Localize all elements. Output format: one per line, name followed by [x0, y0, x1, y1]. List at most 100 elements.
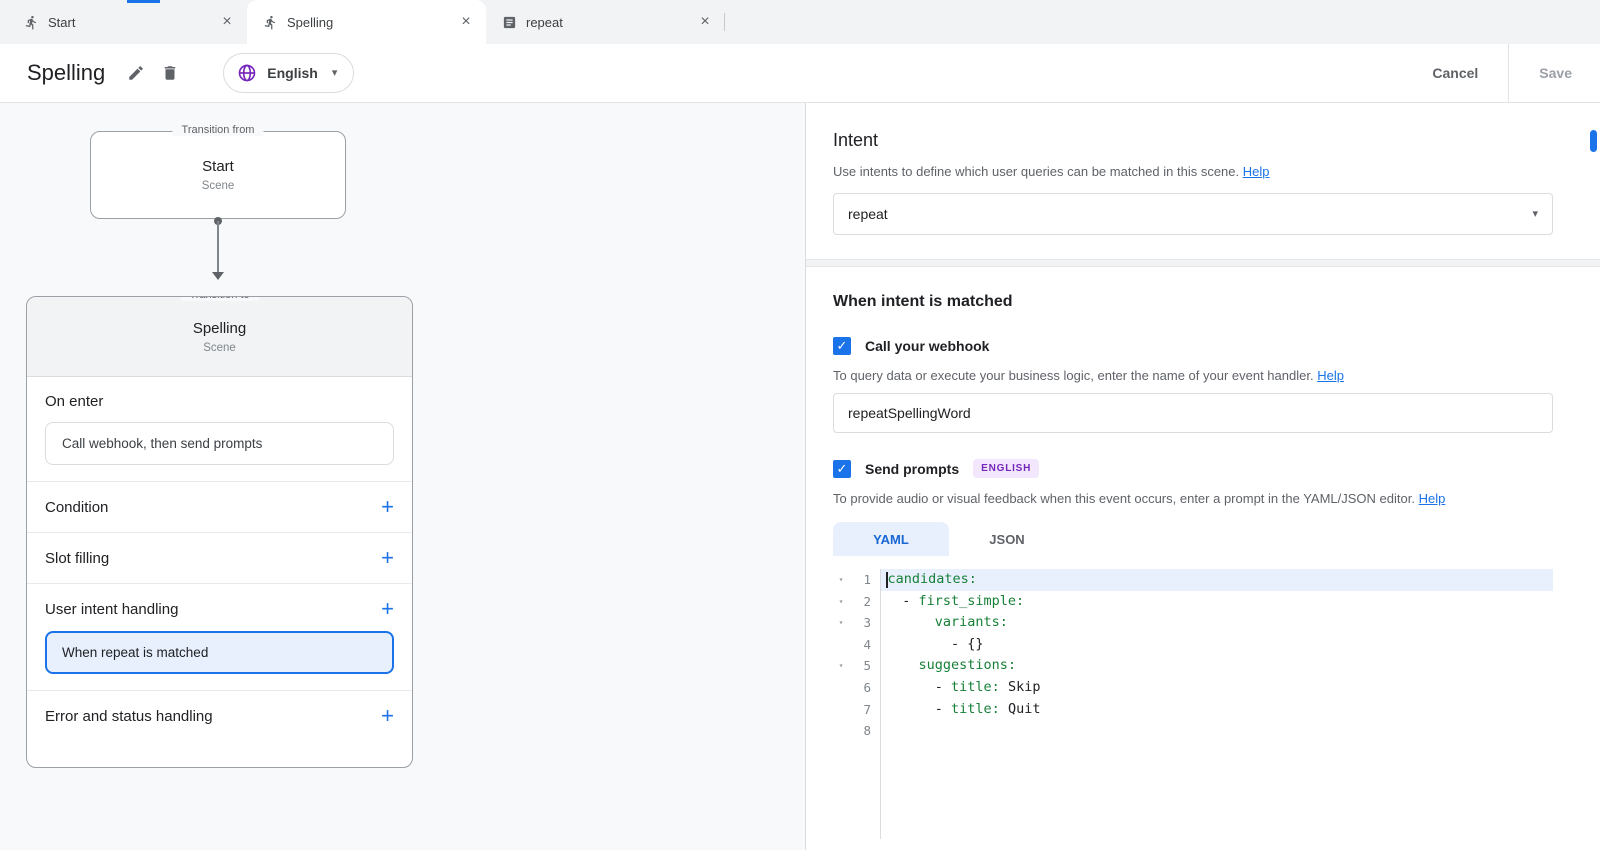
webhook-label: Call your webhook	[865, 338, 989, 354]
on-enter-handler-card[interactable]: Call webhook, then send prompts	[45, 422, 394, 465]
intent-icon	[502, 15, 517, 30]
matched-intent-card[interactable]: When repeat is matched	[45, 631, 394, 674]
save-button[interactable]: Save	[1539, 65, 1576, 81]
delete-button[interactable]	[153, 56, 187, 90]
slot-filling-row[interactable]: Slot filling	[45, 549, 394, 567]
scene-icon	[24, 15, 39, 30]
fold-icon[interactable]	[833, 655, 849, 677]
pencil-icon	[127, 64, 145, 82]
code-token: suggestions:	[919, 655, 1017, 677]
line-number: 2	[849, 591, 880, 613]
add-slot-icon[interactable]	[381, 549, 394, 567]
prompts-description: To provide audio or visual feedback when…	[833, 491, 1553, 506]
tab-yaml[interactable]: YAML	[833, 522, 949, 556]
webhook-help-link[interactable]: Help	[1317, 368, 1344, 383]
code-token: title:	[951, 699, 1000, 721]
code-token: Skip	[1000, 677, 1041, 699]
transition-from-box[interactable]: Transition from Start Scene	[90, 131, 346, 219]
from-scene-subtitle: Scene	[202, 180, 235, 192]
tab-separator	[724, 13, 725, 31]
cancel-button[interactable]: Cancel	[1402, 44, 1508, 102]
line-number: 6	[849, 677, 880, 699]
add-intent-icon[interactable]	[381, 600, 394, 618]
editor-tabs: YAML JSON	[833, 522, 1553, 556]
error-section: Error and status handling	[27, 691, 412, 767]
line-number: 7	[849, 699, 880, 721]
editor-gutter: 1 2 3 4 5 6 7 8	[833, 569, 881, 839]
code-token	[886, 655, 919, 677]
yaml-editor: 1 2 3 4 5 6 7 8 candidates: - first_simp…	[833, 569, 1553, 839]
from-scene-title: Start	[202, 158, 234, 175]
code-line[interactable]: - title: Quit	[881, 699, 1553, 721]
intent-help-link[interactable]: Help	[1243, 164, 1270, 179]
on-enter-section: On enter Call webhook, then send prompts	[27, 377, 412, 482]
intent-select[interactable]: repeat	[833, 193, 1553, 235]
tab-bar: Start Spelling repeat	[0, 0, 1600, 44]
connector-arrowhead	[212, 272, 224, 280]
code-token: -	[886, 699, 951, 721]
fold-icon[interactable]	[833, 569, 849, 591]
webhook-checkbox[interactable]	[833, 337, 851, 355]
code-line[interactable]: - first_simple:	[881, 591, 1553, 613]
code-token: variants:	[935, 612, 1008, 634]
condition-section: Condition	[27, 482, 412, 533]
condition-row[interactable]: Condition	[45, 498, 394, 516]
add-condition-icon[interactable]	[381, 498, 394, 516]
to-scene-subtitle: Scene	[203, 342, 236, 354]
line-number: 1	[849, 569, 880, 591]
transition-to-label: Transition to	[180, 296, 258, 301]
language-selector[interactable]: English	[223, 53, 354, 93]
add-error-icon[interactable]	[381, 707, 394, 725]
line-number: 8	[849, 720, 880, 742]
webhook-description-text: To query data or execute your business l…	[833, 368, 1314, 383]
chevron-down-icon	[332, 68, 338, 79]
close-icon[interactable]	[695, 12, 715, 32]
page-title: Spelling	[27, 60, 105, 86]
code-area[interactable]: candidates: - first_simple: variants: - …	[881, 569, 1553, 839]
prompts-help-link[interactable]: Help	[1419, 491, 1446, 506]
code-token: first_simple:	[919, 591, 1025, 613]
main-area: Transition from Start Scene Transition t…	[0, 103, 1600, 850]
code-line[interactable]	[881, 720, 1553, 742]
prompts-description-text: To provide audio or visual feedback when…	[833, 491, 1415, 506]
save-wrap: Save	[1508, 44, 1576, 102]
user-intent-row[interactable]: User intent handling	[45, 600, 394, 618]
scrollbar-thumb[interactable]	[1590, 130, 1597, 152]
webhook-description: To query data or execute your business l…	[833, 368, 1553, 383]
close-icon[interactable]	[456, 12, 476, 32]
fold-icon[interactable]	[833, 612, 849, 634]
prompts-checkbox-row: Send prompts ENGLISH	[833, 459, 1553, 478]
tab-spelling[interactable]: Spelling	[247, 0, 486, 44]
code-token: title:	[951, 677, 1000, 699]
transition-from-label: Transition from	[173, 124, 264, 136]
globe-icon	[237, 63, 257, 83]
line-number: 5	[849, 655, 880, 677]
section-divider	[806, 259, 1600, 267]
code-line[interactable]: candidates:	[881, 569, 1553, 591]
code-token	[886, 612, 935, 634]
code-line[interactable]: - title: Skip	[881, 677, 1553, 699]
code-token: -	[886, 591, 919, 613]
tab-repeat[interactable]: repeat	[486, 0, 725, 44]
edit-button[interactable]	[119, 56, 153, 90]
chevron-down-icon	[1532, 209, 1538, 220]
scene-icon	[263, 15, 278, 30]
code-line[interactable]: suggestions:	[881, 655, 1553, 677]
error-row[interactable]: Error and status handling	[45, 707, 394, 725]
close-icon[interactable]	[217, 12, 237, 32]
code-line[interactable]: variants:	[881, 612, 1553, 634]
webhook-handler-input[interactable]	[833, 393, 1553, 433]
fold-icon[interactable]	[833, 591, 849, 613]
intent-detail-panel: Intent Use intents to define which user …	[806, 103, 1600, 850]
scene-title-block[interactable]: Spelling Scene	[27, 297, 412, 377]
prompts-checkbox[interactable]	[833, 460, 851, 478]
intent-description: Use intents to define which user queries…	[833, 164, 1553, 179]
error-title: Error and status handling	[45, 708, 213, 725]
intent-heading: Intent	[833, 130, 1553, 151]
intent-description-text: Use intents to define which user queries…	[833, 164, 1239, 179]
code-line[interactable]: - {}	[881, 634, 1553, 656]
line-number: 4	[849, 634, 880, 656]
tab-json[interactable]: JSON	[949, 522, 1065, 556]
tab-start[interactable]: Start	[8, 0, 247, 44]
line-number: 3	[849, 612, 880, 634]
